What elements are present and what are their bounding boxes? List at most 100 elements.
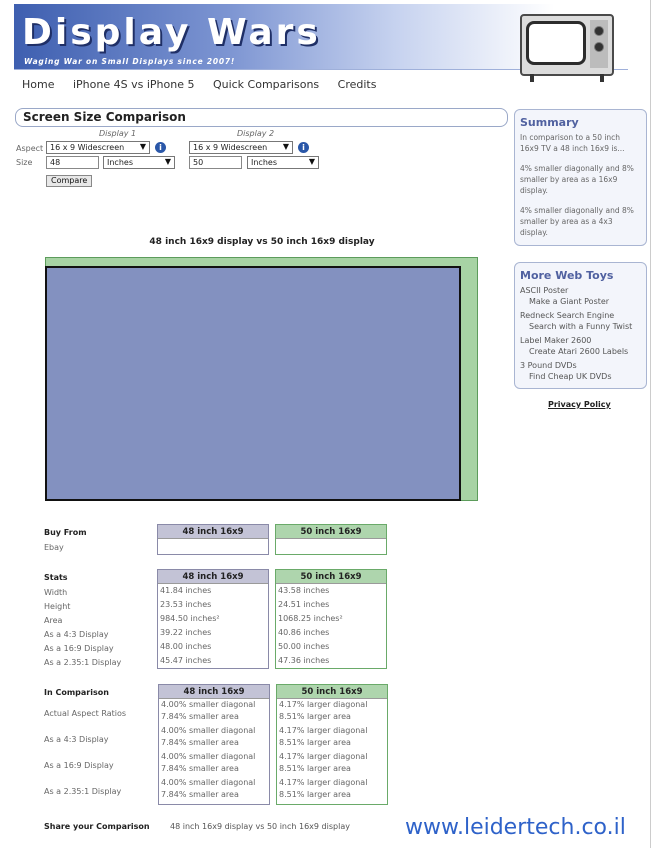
tv-knob (594, 42, 604, 52)
display1-size-rect (45, 266, 461, 501)
comparison-cell: 4.17% larger diagonal (279, 752, 368, 761)
info-icon[interactable]: i (298, 142, 309, 153)
toy-link[interactable]: ASCII Poster (520, 285, 641, 296)
comparison-cell: 7.84% smaller area (161, 738, 239, 747)
stats-row-label: Height (44, 602, 71, 611)
tv-knob (594, 26, 604, 36)
buy-col-display2: 50 inch 16x9 (275, 524, 387, 555)
tv-screen (526, 21, 586, 65)
comparison-cell: 7.84% smaller area (161, 790, 239, 799)
toy-description: Search with a Funny Twist (529, 322, 633, 331)
summary-title: Summary (520, 116, 579, 129)
column-header: 50 inch 16x9 (276, 525, 386, 539)
stat-cell: 47.36 inches (278, 656, 330, 665)
column-header: 48 inch 16x9 (158, 525, 268, 539)
share-link[interactable]: 48 inch 16x9 display vs 50 inch 16x9 dis… (170, 822, 350, 831)
stat-cell: 43.58 inches (278, 586, 330, 595)
display1-unit-select[interactable]: Inches ▼ (103, 156, 175, 169)
buy-from-row-label: Ebay (44, 543, 64, 552)
comparison-cell: 8.51% larger area (279, 738, 351, 747)
stat-cell: 984.50 inches² (160, 614, 220, 623)
stats-row-label: Width (44, 588, 68, 597)
toy-link[interactable]: 3 Pound DVDs (520, 360, 641, 371)
dropdown-arrow-icon: ▼ (282, 142, 289, 151)
comparison-row-label: As a 2.35:1 Display (44, 787, 122, 796)
display2-unit-select[interactable]: Inches ▼ (247, 156, 319, 169)
comparison-row-label: As a 16:9 Display (44, 761, 114, 770)
site-tagline: Waging War on Small Displays since 2007! (24, 57, 236, 66)
display1-aspect-select[interactable]: 16 x 9 Widescreen ▼ (46, 141, 150, 154)
nav-iphone-comparison[interactable]: iPhone 4S vs iPhone 5 (73, 78, 194, 91)
column-header: 50 inch 16x9 (277, 685, 387, 699)
display2-size-input[interactable]: 50 (189, 156, 242, 169)
toy-link[interactable]: Redneck Search Engine (520, 310, 641, 321)
site-logo-title[interactable]: Display Wars (22, 12, 321, 53)
column-header: 50 inch 16x9 (276, 570, 386, 584)
dropdown-arrow-icon: ▼ (308, 157, 315, 166)
comparison-cell: 7.84% smaller area (161, 712, 239, 721)
stats-row-label: As a 16:9 Display (44, 644, 114, 653)
display1-size-input[interactable]: 48 (46, 156, 99, 169)
comparison-row-label: As a 4:3 Display (44, 735, 109, 744)
stat-cell: 41.84 inches (160, 586, 212, 595)
stat-cell: 23.53 inches (160, 600, 212, 609)
compare-button[interactable]: Compare (46, 175, 93, 187)
buy-col-display1: 48 inch 16x9 (157, 524, 269, 555)
comparison-cell: 8.51% larger area (279, 712, 351, 721)
comparison-row-label: Actual Aspect Ratios (44, 709, 127, 718)
dropdown-arrow-icon: ▼ (164, 157, 171, 166)
comparison-cell: 4.17% larger diagonal (279, 700, 368, 709)
summary-text: In comparison to a 50 inch 16x9 TV a 48 … (520, 133, 625, 153)
nav-quick-comparisons[interactable]: Quick Comparisons (213, 78, 319, 91)
web-toys-box: More Web Toys ASCII Poster Make a Giant … (514, 262, 647, 389)
size-label: Size (16, 158, 33, 167)
web-toys-title: More Web Toys (520, 269, 614, 282)
summary-box: Summary In comparison to a 50 inch 16x9 … (514, 109, 647, 246)
display2-aspect-select[interactable]: 16 x 9 Widescreen ▼ (189, 141, 293, 154)
comparison-cell: 4.00% smaller diagonal (161, 752, 256, 761)
comparison-cell: 8.51% larger area (279, 764, 351, 773)
toy-description: Find Cheap UK DVDs (529, 372, 612, 381)
stat-cell: 45.47 inches (160, 656, 212, 665)
stats-row-label: As a 2.35:1 Display (44, 658, 122, 667)
aspect-label: Aspect (16, 144, 44, 153)
toy-description: Make a Giant Poster (529, 297, 610, 306)
stats-col-display1: 48 inch 16x9 41.84 inches 23.53 inches 9… (157, 569, 269, 669)
comparison-col-display1: 48 inch 16x9 4.00% smaller diagonal 7.84… (158, 684, 270, 805)
stats-label: Stats (44, 573, 68, 582)
summary-text: 4% smaller diagonally and 8% smaller by … (520, 206, 634, 237)
buy-from-label: Buy From (44, 528, 87, 537)
summary-text: 4% smaller diagonally and 8% smaller by … (520, 164, 634, 195)
info-icon[interactable]: i (155, 142, 166, 153)
stat-cell: 1068.25 inches² (278, 614, 343, 623)
column-header: 48 inch 16x9 (158, 570, 268, 584)
privacy-policy-link[interactable]: Privacy Policy (548, 400, 611, 409)
share-label: Share your Comparison (44, 822, 150, 831)
stat-cell: 50.00 inches (278, 642, 330, 651)
stats-col-display2: 50 inch 16x9 43.58 inches 24.51 inches 1… (275, 569, 387, 669)
stat-cell: 40.86 inches (278, 628, 330, 637)
tv-icon (520, 14, 616, 82)
stat-cell: 24.51 inches (278, 600, 330, 609)
toy-link[interactable]: Label Maker 2600 (520, 335, 641, 346)
in-comparison-label: In Comparison (44, 688, 109, 697)
comparison-cell: 4.00% smaller diagonal (161, 700, 256, 709)
panel-title: Screen Size Comparison (15, 108, 508, 127)
stats-row-label: Area (44, 616, 63, 625)
comparison-cell: 4.17% larger diagonal (279, 778, 368, 787)
comparison-cell: 4.00% smaller diagonal (161, 778, 256, 787)
comparison-visual-title: 48 inch 16x9 display vs 50 inch 16x9 dis… (149, 237, 375, 247)
nav-credits[interactable]: Credits (338, 78, 377, 91)
toy-description: Create Atari 2600 Labels (529, 347, 629, 356)
comparison-cell: 7.84% smaller area (161, 764, 239, 773)
display1-title: Display 1 (99, 129, 137, 138)
comparison-cell: 4.17% larger diagonal (279, 726, 368, 735)
nav-home[interactable]: Home (22, 78, 54, 91)
display2-title: Display 2 (237, 129, 275, 138)
comparison-col-display2: 50 inch 16x9 4.17% larger diagonal 8.51%… (276, 684, 388, 805)
stat-cell: 39.22 inches (160, 628, 212, 637)
stat-cell: 48.00 inches (160, 642, 212, 651)
comparison-cell: 8.51% larger area (279, 790, 351, 799)
column-header: 48 inch 16x9 (159, 685, 269, 699)
dropdown-arrow-icon: ▼ (139, 142, 146, 151)
